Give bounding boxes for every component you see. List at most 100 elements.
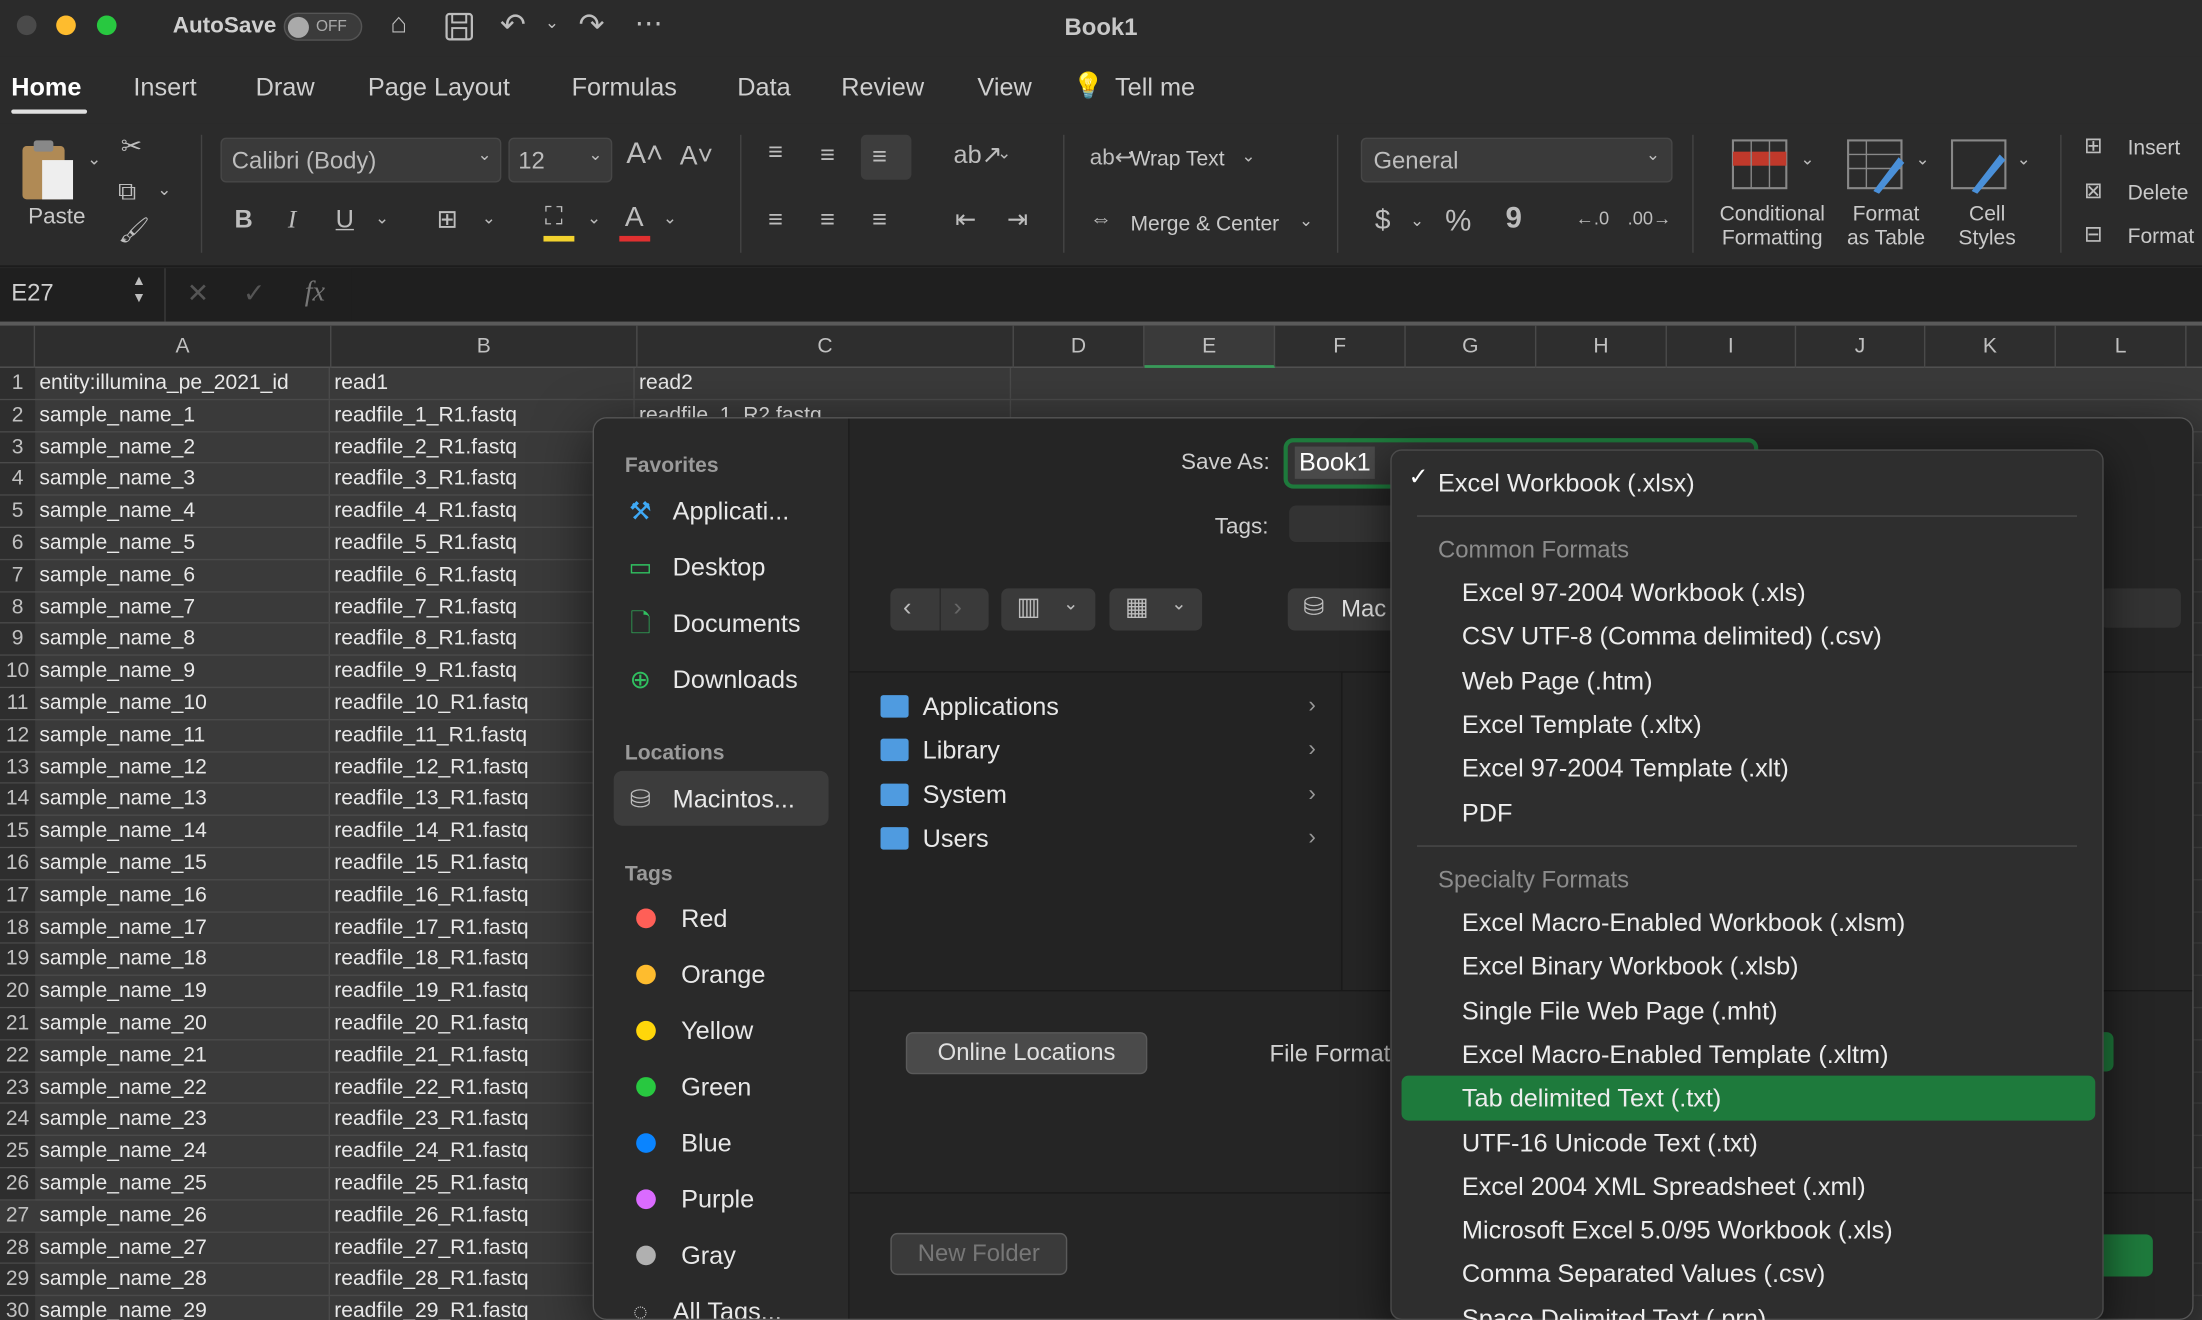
align-center-icon[interactable]: ≡ — [820, 205, 835, 234]
merge-dropdown-icon[interactable]: ⌄ — [1299, 211, 1313, 231]
menu-item-xlsx[interactable]: Excel Workbook (.xlsx) — [1438, 462, 1695, 506]
cell[interactable]: readfile_8_R1.fastq — [330, 624, 635, 655]
wrap-text-icon[interactable]: ab↩ — [1090, 143, 1134, 171]
column-header-c[interactable]: C — [638, 325, 1014, 368]
increase-indent-icon[interactable]: ⇥ — [1007, 205, 1028, 234]
cell[interactable]: sample_name_22 — [35, 1072, 331, 1103]
cell[interactable]: read2 — [635, 367, 1012, 399]
tab-insert[interactable]: Insert — [133, 73, 196, 102]
cell[interactable]: sample_name_14 — [35, 816, 331, 847]
column-header-a[interactable]: A — [35, 325, 332, 368]
copy-icon[interactable]: ⧉ — [118, 177, 136, 206]
fill-color-icon[interactable]: ⛶ — [545, 202, 563, 231]
row-number[interactable]: 21 — [0, 1008, 36, 1039]
row-number[interactable]: 8 — [0, 592, 36, 623]
column-header-b[interactable]: B — [331, 325, 638, 368]
cell[interactable]: sample_name_17 — [35, 912, 331, 943]
sidebar-tag-purple[interactable]: Purple — [625, 1181, 754, 1218]
cell[interactable]: sample_name_23 — [35, 1104, 331, 1135]
cell[interactable]: sample_name_11 — [35, 720, 331, 751]
row-number[interactable]: 23 — [0, 1072, 36, 1103]
cell[interactable]: sample_name_4 — [35, 495, 331, 527]
menu-item-specialty-format[interactable]: Space Delimited Text (.prn) — [1462, 1297, 1766, 1320]
cell[interactable]: sample_name_7 — [35, 592, 331, 623]
underline-button[interactable]: U — [336, 205, 354, 234]
sidebar-tag-blue[interactable]: Blue — [625, 1125, 732, 1162]
cut-icon[interactable]: ✂ — [121, 132, 142, 161]
cell[interactable]: sample_name_6 — [35, 560, 331, 591]
cell[interactable]: readfile_10_R1.fastq — [330, 688, 635, 719]
cell[interactable]: readfile_26_R1.fastq — [330, 1200, 635, 1231]
align-left-icon[interactable]: ≡ — [768, 205, 783, 234]
menu-item-common-format[interactable]: PDF — [1462, 791, 1513, 835]
row-number[interactable]: 25 — [0, 1136, 36, 1167]
menu-item-specialty-format[interactable]: Excel 2004 XML Spreadsheet (.xml) — [1462, 1165, 1866, 1209]
formula-input[interactable] — [351, 268, 2202, 322]
align-bottom-button[interactable]: ≡ — [860, 134, 912, 180]
menu-item-common-format[interactable]: CSV UTF-8 (Comma delimited) (.csv) — [1462, 615, 1882, 659]
underline-dropdown-icon[interactable]: ⌄ — [375, 208, 389, 228]
cell[interactable]: sample_name_18 — [35, 944, 331, 975]
comma-button[interactable]: 9 — [1505, 202, 1521, 236]
cell[interactable]: readfile_3_R1.fastq — [330, 463, 635, 495]
cell[interactable]: sample_name_28 — [35, 1264, 331, 1295]
sidebar-item-applications[interactable]: ⚒ Applicati... — [625, 493, 789, 530]
menu-item-specialty-format[interactable]: Excel Macro-Enabled Workbook (.xlsm) — [1462, 902, 1905, 946]
sidebar-item-all-tags[interactable]: ◌ All Tags... — [625, 1293, 782, 1319]
row-number[interactable]: 10 — [0, 656, 36, 687]
align-right-icon[interactable]: ≡ — [872, 205, 887, 234]
sidebar-item-macintosh[interactable]: ⛁ Macintos... — [625, 781, 795, 818]
sidebar-tag-red[interactable]: Red — [625, 900, 727, 937]
folder-applications[interactable]: Applications › — [880, 685, 1316, 727]
tab-page-layout[interactable]: Page Layout — [368, 73, 510, 102]
row-number[interactable]: 1 — [0, 367, 36, 399]
cell[interactable]: readfile_20_R1.fastq — [330, 1008, 635, 1039]
borders-icon[interactable]: ⊞ — [437, 205, 458, 234]
menu-item-common-format[interactable]: Web Page (.htm) — [1462, 659, 1653, 703]
menu-item-specialty-format[interactable]: Comma Separated Values (.csv) — [1462, 1253, 1825, 1297]
row-number[interactable]: 29 — [0, 1264, 36, 1295]
format-cells-icon[interactable]: ⊟ — [2084, 220, 2103, 248]
insert-cells-label[interactable]: Insert — [2128, 136, 2181, 160]
column-header-j[interactable]: J — [1796, 325, 1926, 368]
cell[interactable]: readfile_9_R1.fastq — [330, 656, 635, 687]
menu-item-specialty-format[interactable]: Excel Macro-Enabled Template (.xltm) — [1462, 1033, 1889, 1077]
cell[interactable]: sample_name_1 — [35, 399, 331, 431]
cell[interactable]: sample_name_24 — [35, 1136, 331, 1167]
search-field[interactable] — [2099, 588, 2181, 628]
cell[interactable]: entity:illumina_pe_2021_id — [35, 367, 331, 399]
new-folder-button[interactable]: New Folder — [890, 1232, 1068, 1276]
row-number[interactable]: 12 — [0, 720, 36, 751]
cell[interactable]: sample_name_15 — [35, 848, 331, 879]
cell[interactable]: sample_name_2 — [35, 431, 331, 463]
row-number[interactable]: 2 — [0, 399, 36, 431]
select-all-button[interactable] — [0, 325, 36, 368]
forward-icon[interactable]: › — [954, 593, 962, 622]
orientation-dropdown-icon[interactable]: ⌄ — [997, 143, 1011, 163]
row-number[interactable]: 27 — [0, 1200, 36, 1231]
format-as-table-button[interactable]: ⌄ Format as Table — [1837, 135, 1935, 261]
sidebar-tag-orange[interactable]: Orange — [625, 956, 765, 993]
cell[interactable]: readfile_21_R1.fastq — [330, 1040, 635, 1071]
insert-cells-icon[interactable]: ⊞ — [2084, 132, 2103, 160]
currency-button[interactable]: $ — [1375, 205, 1391, 237]
tab-view[interactable]: View — [977, 73, 1031, 102]
cell[interactable]: sample_name_21 — [35, 1040, 331, 1071]
group-button[interactable]: ▦ ⌄ — [1109, 588, 1203, 631]
folder-system[interactable]: System › — [880, 774, 1316, 816]
menu-item-specialty-format[interactable]: Microsoft Excel 5.0/95 Workbook (.xls) — [1462, 1209, 1893, 1253]
percent-button[interactable]: % — [1445, 205, 1471, 239]
column-header-k[interactable]: K — [1925, 325, 2056, 368]
increase-decimal-icon[interactable]: ←.0 — [1576, 208, 1609, 229]
row-number[interactable]: 20 — [0, 976, 36, 1007]
sidebar-item-downloads[interactable]: ⊕ Downloads — [625, 661, 798, 698]
row-number[interactable]: 19 — [0, 944, 36, 975]
merge-center-label[interactable]: Merge & Center — [1130, 212, 1279, 236]
cell[interactable]: readfile_15_R1.fastq — [330, 848, 635, 879]
column-header-f[interactable]: F — [1275, 325, 1406, 368]
cell[interactable]: readfile_2_R1.fastq — [330, 431, 635, 463]
folder-users[interactable]: Users › — [880, 817, 1316, 859]
column-header-g[interactable]: G — [1406, 325, 1537, 368]
row-number[interactable]: 6 — [0, 527, 36, 559]
bold-button[interactable]: B — [235, 205, 253, 234]
